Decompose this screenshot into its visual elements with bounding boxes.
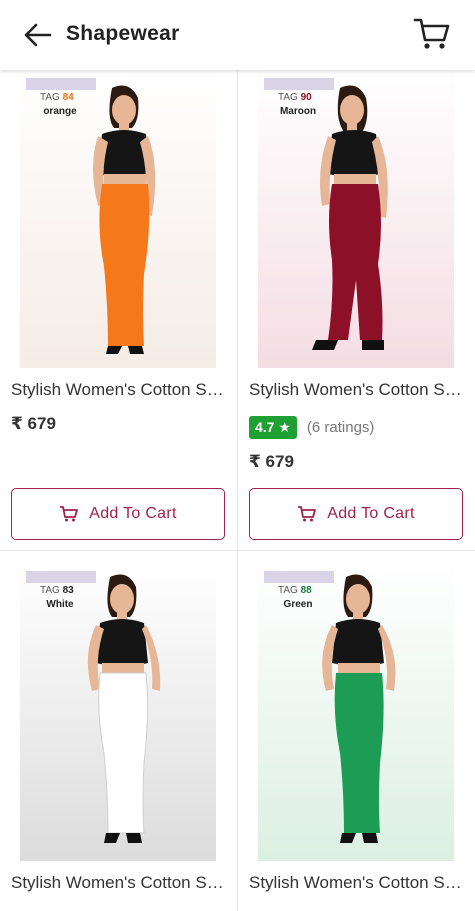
add-to-cart-label: Add To Cart [89,505,177,522]
product-image[interactable]: TAG 90 Maroon [258,70,454,368]
add-to-cart-button[interactable]: Add To Cart [249,488,463,540]
product-name[interactable]: Stylish Women's Cotton Saree Shapewear [11,380,226,400]
product-card[interactable]: TAG 84 orange Stylish Women's Cotton Sar… [0,70,238,551]
ratings-count: (6 ratings) [306,419,375,436]
product-price: ₹ 679 [249,452,294,471]
product-image[interactable]: TAG 83 White [20,563,216,861]
product-card[interactable]: TAG 88 Green Stylish Women's Cotton Sare… [238,551,475,911]
model-figure [322,574,396,843]
product-card[interactable]: TAG 90 Maroon Stylish Women's Cotton Sar… [238,70,475,551]
rating-badge: 4.7 ★ [249,416,297,439]
model-figure [93,85,156,354]
back-arrow-icon[interactable] [22,20,54,50]
model-figure [87,574,161,843]
product-name[interactable]: Stylish Women's Cotton Saree Shapewear [249,380,464,400]
add-to-cart-label: Add To Cart [327,505,415,522]
product-image[interactable]: TAG 88 Green [258,563,454,861]
cart-icon [60,506,79,522]
product-price: ₹ 679 [11,414,56,433]
app-header: Shapewear [0,0,475,70]
rating-row: 4.7 ★ (6 ratings) [249,416,374,439]
add-to-cart-button[interactable]: Add To Cart [11,488,225,540]
cart-icon [298,506,317,522]
product-card[interactable]: TAG 83 White Stylish Women's Cotton Sare… [0,551,238,911]
cart-icon[interactable] [413,16,451,52]
product-name[interactable]: Stylish Women's Cotton Saree Shapewear [11,873,226,893]
page-title: Shapewear [66,22,180,45]
product-name[interactable]: Stylish Women's Cotton Saree Shapewear [249,873,464,893]
model-figure [312,85,388,350]
product-image[interactable]: TAG 84 orange [20,70,216,368]
